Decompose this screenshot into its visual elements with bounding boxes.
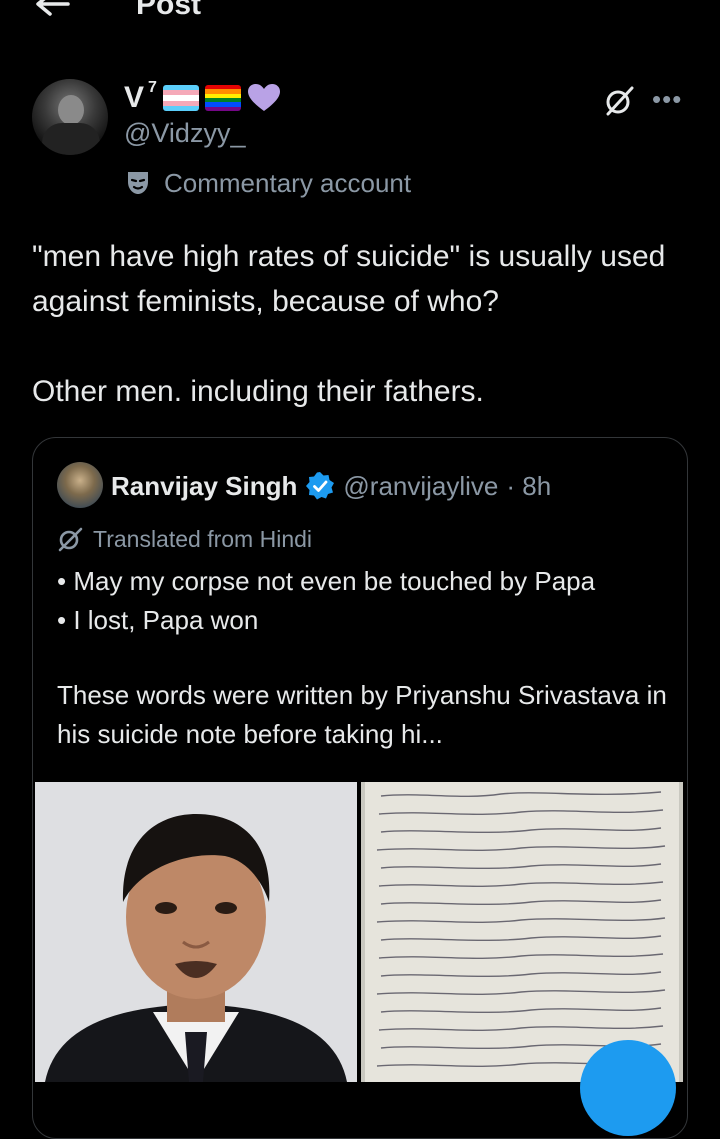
portrait-image	[35, 782, 357, 1082]
account-label[interactable]: Commentary account	[126, 166, 411, 200]
author-name-row[interactable]: V 7	[124, 79, 281, 116]
quoted-author-avatar[interactable]	[57, 462, 103, 508]
more-options-icon[interactable]: •••	[652, 84, 682, 115]
grok-translate-icon	[58, 527, 83, 552]
quoted-tweet[interactable]: Ranvijay Singh @ranvijaylive · 8h Transl…	[32, 437, 688, 1139]
quoted-bullet: • I lost, Papa won	[57, 605, 259, 635]
quoted-tweet-body: • May my corpse not even be touched by P…	[57, 562, 667, 754]
quoted-author-row: Ranvijay Singh @ranvijaylive · 8h	[111, 466, 551, 506]
back-arrow-icon[interactable]	[32, 0, 72, 26]
quoted-author-name[interactable]: Ranvijay Singh	[111, 471, 297, 502]
rainbow-flag-icon	[204, 85, 241, 111]
quoted-author-handle[interactable]: @ranvijaylive	[343, 471, 498, 502]
translation-notice-text: Translated from Hindi	[93, 525, 313, 552]
verified-badge-icon	[306, 472, 335, 500]
handwritten-note-image	[361, 782, 683, 1082]
page-title: Post	[136, 0, 202, 21]
author-display-name[interactable]: V	[124, 81, 144, 115]
tweet-text-line: Other men. including their fathers.	[32, 375, 484, 408]
author-avatar[interactable]	[32, 79, 108, 155]
quoted-photo-portrait[interactable]	[35, 782, 357, 1082]
translation-notice: Translated from Hindi	[57, 522, 312, 556]
compose-button[interactable]	[580, 1040, 676, 1136]
transgender-flag-icon	[162, 85, 199, 111]
quoted-text: These words were written by Priyanshu Sr…	[57, 680, 667, 749]
quoted-bullet: • May my corpse not even be touched by P…	[57, 566, 596, 596]
author-name-superscript: 7	[148, 79, 157, 96]
tweet-text-line: "men have high rates of suicide" is usua…	[32, 240, 666, 318]
quoted-post-time: · 8h	[506, 470, 552, 501]
account-label-text: Commentary account	[164, 167, 412, 198]
top-bar: Post	[0, 0, 720, 30]
grok-icon[interactable]	[604, 86, 634, 116]
quoted-photo-suicide-note[interactable]	[361, 782, 683, 1082]
author-handle[interactable]: @Vidzyy_	[124, 118, 245, 149]
tweet-body: "men have high rates of suicide" is usua…	[32, 234, 692, 414]
purple-heart-icon	[247, 84, 280, 111]
mask-icon	[128, 172, 148, 194]
